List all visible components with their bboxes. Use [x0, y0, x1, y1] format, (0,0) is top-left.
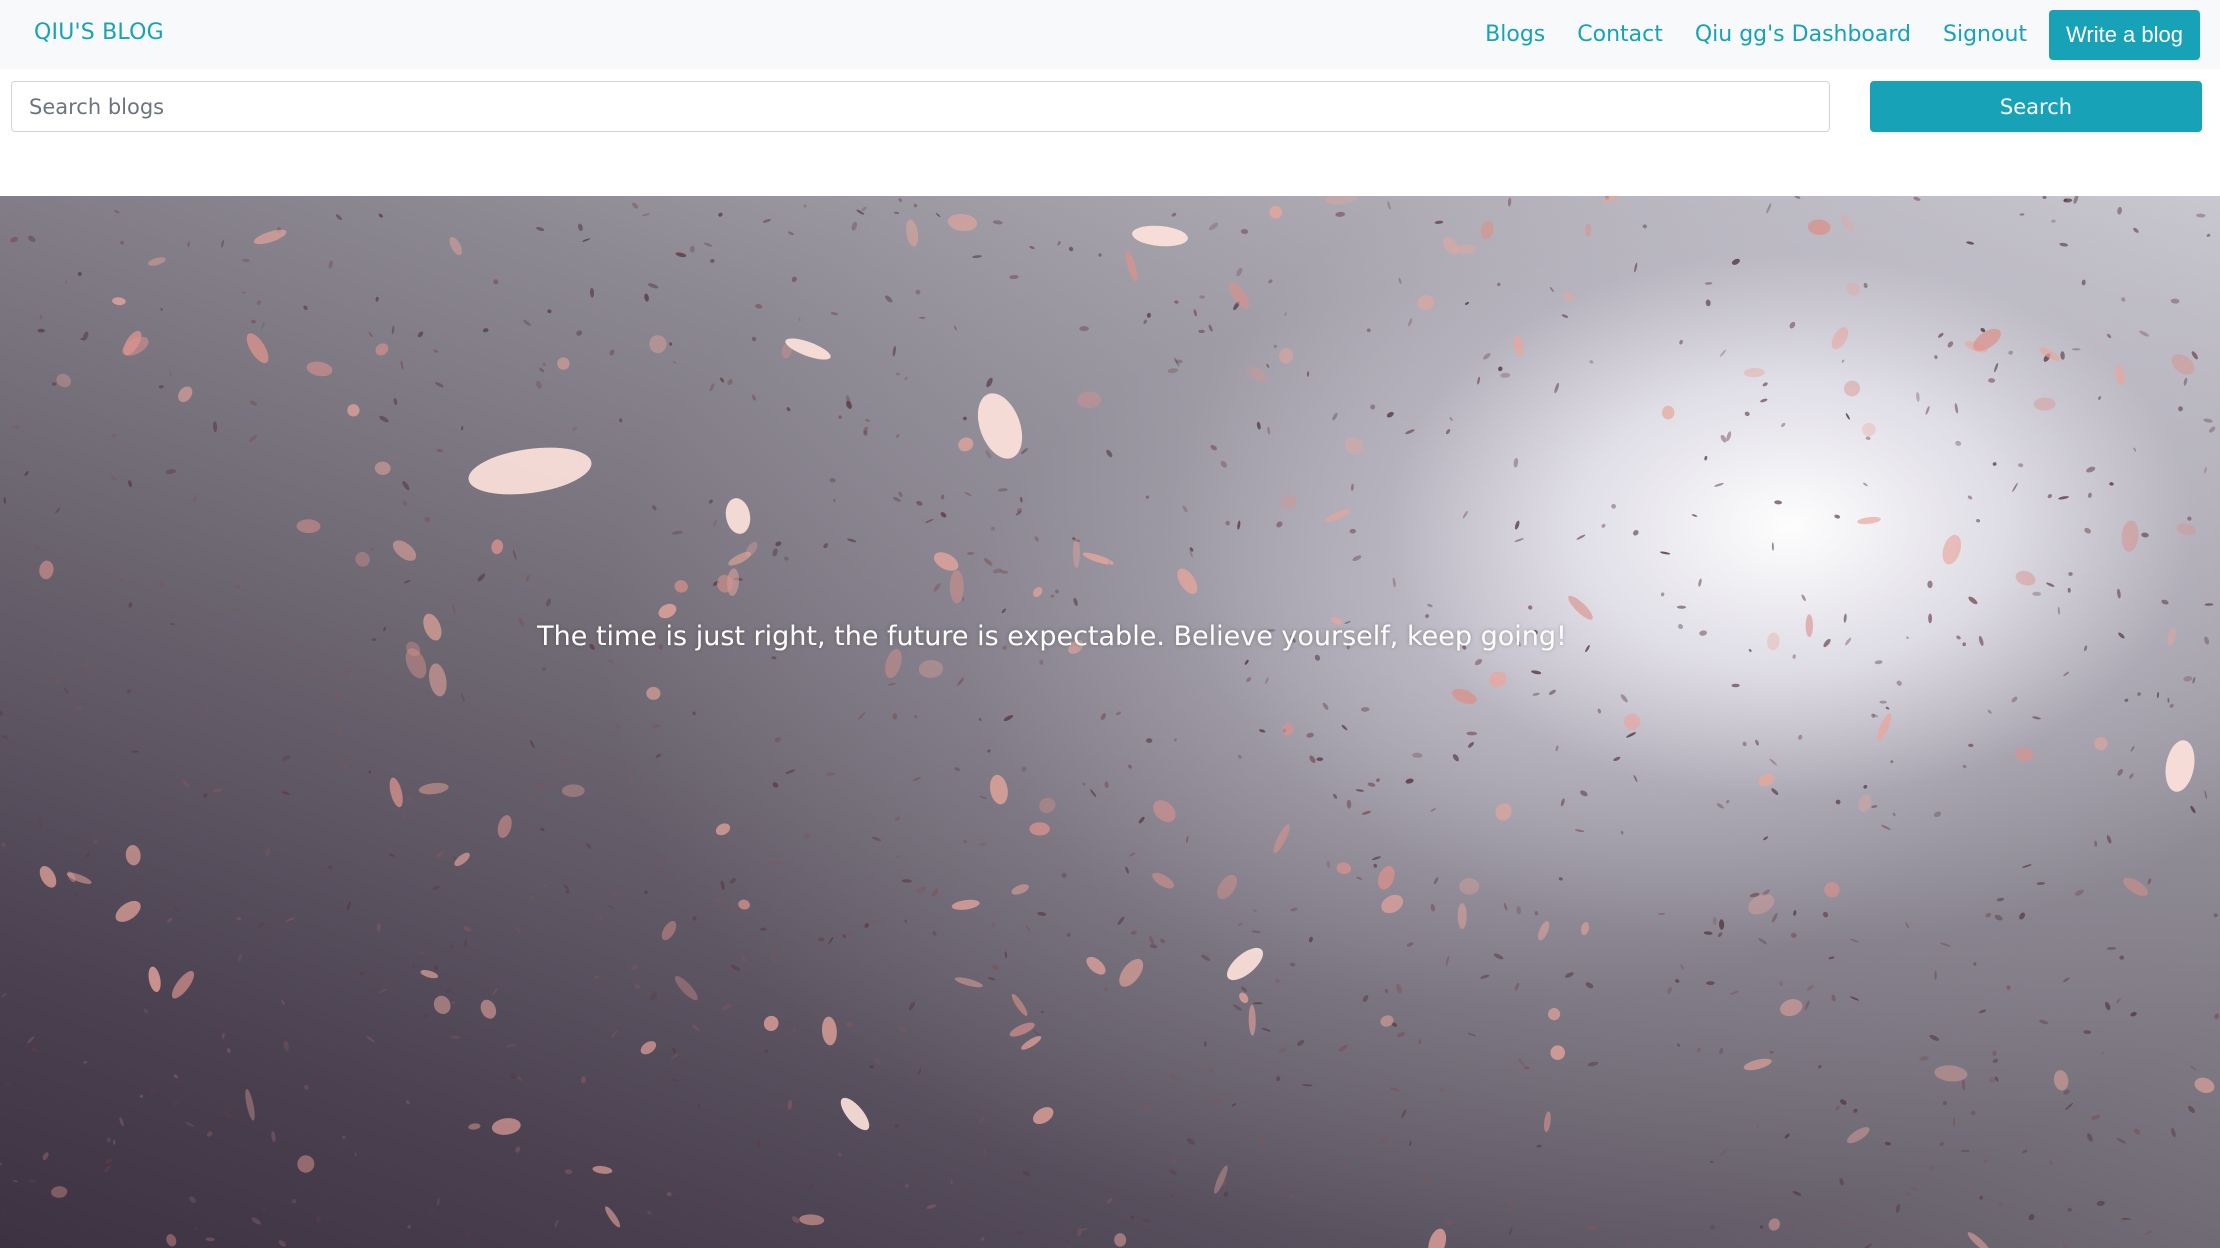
search-button[interactable]: Search — [1870, 81, 2202, 132]
navbar: QIU'S BLOG Blogs Contact Qiu gg's Dashbo… — [0, 0, 2220, 69]
write-blog-button[interactable]: Write a blog — [2049, 9, 2200, 60]
search-input[interactable] — [11, 81, 1830, 132]
nav-link-blogs[interactable]: Blogs — [1485, 22, 1545, 47]
hero-tagline: The time is just right, the future is ex… — [537, 621, 1567, 652]
nav-link-dashboard[interactable]: Qiu gg's Dashboard — [1695, 22, 1911, 47]
cherry-blossom-background-image — [0, 196, 2220, 1248]
nav-links: Blogs Contact Qiu gg's Dashboard Signout… — [1485, 0, 2220, 69]
nav-link-contact[interactable]: Contact — [1577, 22, 1663, 47]
hero-banner: The time is just right, the future is ex… — [0, 196, 2220, 1248]
brand-link[interactable]: QIU'S BLOG — [34, 20, 164, 45]
nav-link-signout[interactable]: Signout — [1943, 22, 2027, 47]
